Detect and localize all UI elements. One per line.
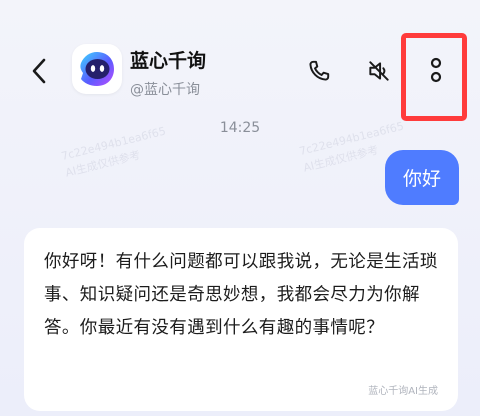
mute-button[interactable]	[364, 56, 394, 86]
more-vertical-icon	[430, 57, 442, 83]
bluecat-avatar-icon	[80, 52, 114, 86]
watermark-label: AI生成仅供参考	[64, 148, 142, 180]
speaker-muted-icon	[369, 61, 389, 81]
app-name: 蓝心千询	[130, 50, 207, 72]
ai-generated-label: 蓝心千询AI生成	[368, 386, 438, 397]
phone-icon	[309, 60, 330, 81]
assistant-message-text: 你好呀！有什么问题都可以跟我说，无论是生活琐事、知识疑问还是奇思妙想，我都会尽力…	[44, 252, 438, 338]
user-message-bubble[interactable]: 你好	[384, 150, 459, 205]
app-handle: @蓝心千询	[130, 82, 200, 98]
message-timestamp: 14:25	[219, 120, 261, 136]
call-button[interactable]	[304, 56, 334, 86]
chat-header: 蓝心千询 @蓝心千询	[0, 0, 480, 121]
back-button[interactable]	[24, 56, 54, 86]
assistant-message-bubble[interactable]: 你好呀！有什么问题都可以跟我说，无论是生活琐事、知识疑问还是奇思妙想，我都会尽力…	[24, 228, 458, 411]
more-options-button[interactable]	[421, 56, 451, 86]
chevron-left-icon	[32, 58, 46, 84]
avatar[interactable]	[72, 44, 122, 94]
